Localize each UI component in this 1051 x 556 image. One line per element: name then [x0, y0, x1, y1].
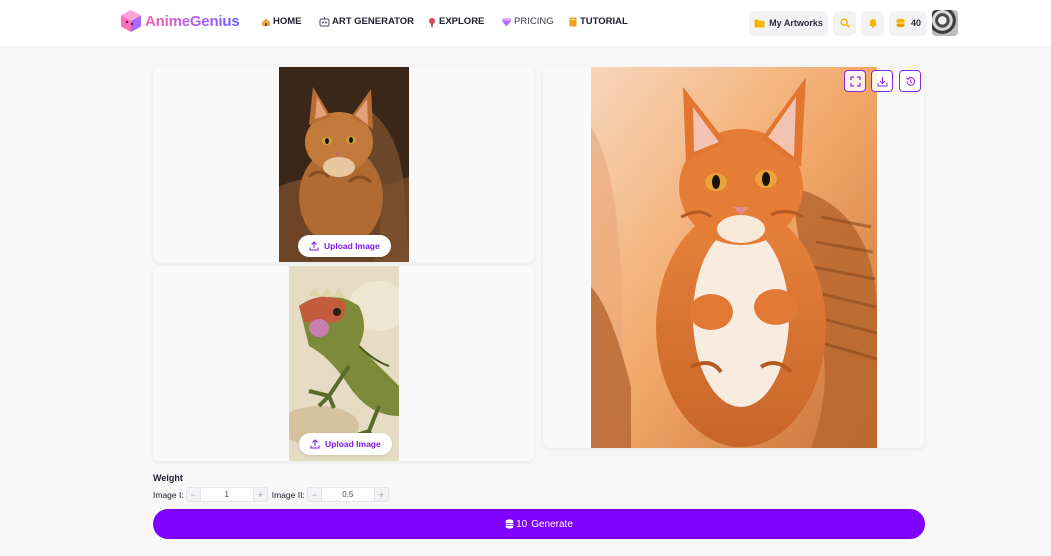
user-avatar[interactable] [932, 10, 958, 36]
art-generator-icon [319, 16, 330, 26]
upload-icon [309, 241, 319, 251]
nav-home[interactable]: HOME [261, 16, 302, 27]
image1-upload-label: Upload Image [324, 241, 380, 251]
image2-preview [289, 266, 399, 461]
image1-weight-decrement[interactable]: − [186, 488, 200, 501]
image2-upload-label: Upload Image [325, 439, 381, 449]
fullscreen-icon [849, 75, 861, 87]
credits-count: 40 [910, 18, 921, 28]
home-icon [262, 18, 270, 26]
nav-explore[interactable]: EXPLORE [427, 16, 484, 27]
generate-button[interactable]: 10 Generate [153, 509, 925, 539]
image2-upload-button[interactable]: Upload Image [299, 433, 392, 455]
nav-art-generator[interactable]: ART GENERATOR [319, 16, 414, 27]
nav-tutorial[interactable]: TUTORIAL [568, 16, 628, 27]
nav-actions: My Artworks 40 [749, 10, 958, 36]
search-icon [839, 18, 850, 28]
generate-label: Generate [531, 518, 573, 530]
cat-photo-illustration [279, 67, 409, 262]
nav-home-label: HOME [273, 16, 302, 27]
diamond-icon [501, 17, 512, 26]
my-artworks-button[interactable]: My Artworks [749, 10, 828, 36]
nav-pricing[interactable]: PRICING [501, 16, 554, 27]
image2-upload-card[interactable]: Upload Image [153, 266, 534, 461]
image1-weight-increment[interactable]: + [253, 488, 267, 501]
iguana-photo-illustration [289, 266, 399, 461]
credits-badge[interactable]: 40 [889, 10, 927, 36]
notifications-button[interactable] [861, 10, 884, 36]
upload-icon [310, 439, 320, 449]
book-icon [569, 17, 577, 26]
image2-weight-increment[interactable]: + [374, 488, 388, 501]
image1-weight-input[interactable]: 1 [199, 488, 254, 501]
my-artworks-label: My Artworks [769, 18, 823, 28]
nav-art-generator-label: ART GENERATOR [332, 16, 414, 27]
nav-tutorial-label: TUTORIAL [580, 16, 628, 27]
download-icon [877, 76, 887, 86]
image1-weight-label: Image I: [153, 489, 184, 500]
history-button[interactable] [899, 70, 921, 92]
image2-weight-stepper: − 0.5 + [306, 487, 389, 502]
nav-explore-label: EXPLORE [439, 16, 485, 27]
image1-upload-card[interactable]: Upload Image [153, 67, 534, 262]
result-cat-illustration [591, 67, 877, 448]
result-preview-card [543, 67, 924, 448]
fullscreen-button[interactable] [844, 70, 866, 92]
image2-weight-input[interactable]: 0.5 [320, 488, 375, 501]
image1-weight-stepper: − 1 + [185, 487, 268, 502]
weight-controls: Image I: − 1 + Image II: − 0.5 + [153, 487, 393, 502]
nav-pricing-label: PRICING [514, 16, 554, 27]
explore-icon [429, 17, 435, 27]
coins-icon [896, 18, 905, 28]
download-button[interactable] [871, 70, 893, 92]
search-button[interactable] [833, 10, 856, 36]
image2-weight-decrement[interactable]: − [307, 488, 321, 501]
result-image [591, 67, 877, 448]
weight-title: Weight [153, 473, 183, 483]
image1-preview [279, 67, 409, 262]
coins-icon [505, 519, 514, 529]
generate-cost: 10 [516, 518, 528, 530]
folder-icon [754, 19, 765, 27]
image2-weight-label: Image II: [271, 489, 305, 500]
history-icon [905, 76, 915, 86]
bell-icon [868, 19, 877, 28]
top-navbar: AnimeGenius HOME ART GENERATOR EXPLORE P… [0, 0, 1051, 46]
image1-upload-button[interactable]: Upload Image [298, 235, 391, 257]
